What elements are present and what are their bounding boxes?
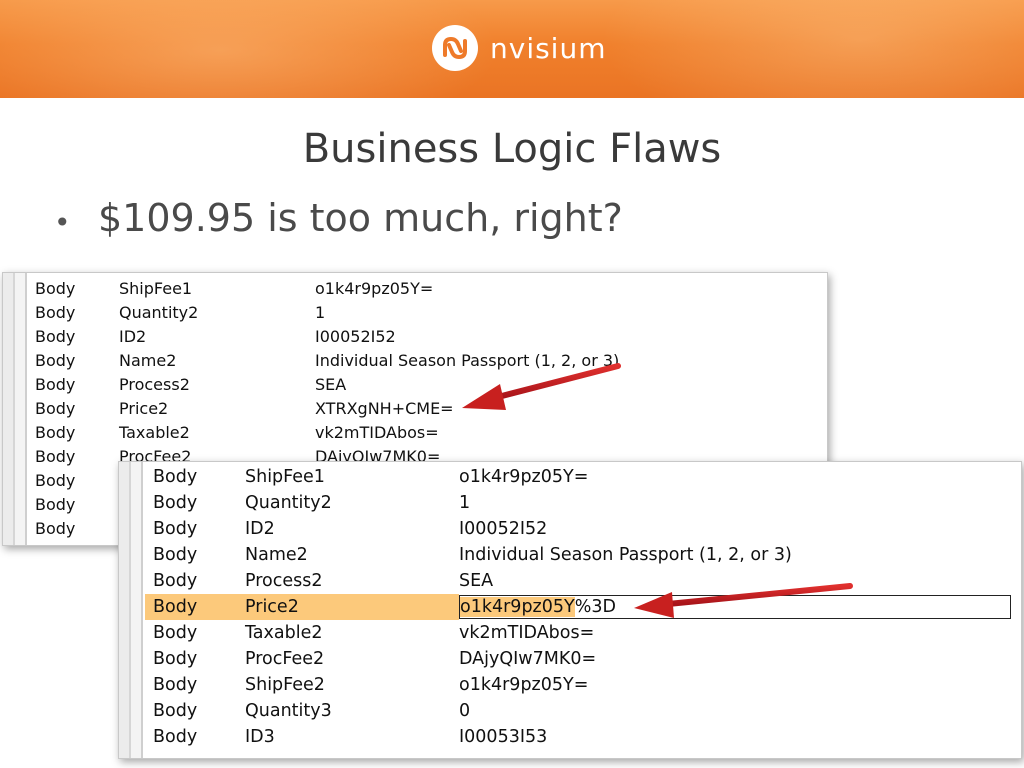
param-type: Body <box>35 326 76 346</box>
param-type: Body <box>35 494 76 514</box>
param-value: 0 <box>459 701 471 721</box>
table-row[interactable]: Body ProcFee2 DAjyQIw7MK0= <box>145 646 1021 672</box>
param-value: o1k4r9pz05Y= <box>459 675 589 695</box>
param-type: Body <box>35 374 76 394</box>
param-type: Body <box>35 398 76 418</box>
bullet-text: $109.95 is too much, right? <box>98 196 623 240</box>
param-value-editor[interactable]: o1k4r9pz05Y %3D <box>459 595 1021 619</box>
param-type: Body <box>153 545 198 565</box>
param-value: 1 <box>315 302 326 322</box>
param-name: ID2 <box>119 326 147 346</box>
param-name: Process2 <box>119 374 190 394</box>
param-name: Quantity2 <box>245 493 332 513</box>
param-value: Individual Season Passport (1, 2, or 3) <box>459 545 792 565</box>
param-name: ID3 <box>245 727 275 747</box>
table-row[interactable]: Body ShipFee1 o1k4r9pz05Y= <box>29 276 827 300</box>
brand-logo: nvisium <box>432 24 606 72</box>
param-type: Body <box>35 422 76 442</box>
param-value: SEA <box>459 571 494 591</box>
param-type: Body <box>35 350 76 370</box>
param-value: XTRXgNH+CME= <box>315 398 454 418</box>
table-row[interactable]: Body Taxable2 vk2mTIDAbos= <box>29 420 827 444</box>
table-row[interactable]: Body Name2 Individual Season Passport (1… <box>145 542 1021 568</box>
param-name: ID2 <box>245 519 275 539</box>
bullet-item: • $109.95 is too much, right? <box>54 196 623 250</box>
param-value: DAjyQIw7MK0= <box>459 649 597 669</box>
table-row[interactable]: Body ID2 I00052I52 <box>29 324 827 348</box>
table-row[interactable]: Body Price2 XTRXgNH+CME= <box>29 396 827 420</box>
param-value: I00052I52 <box>315 326 396 346</box>
param-name: Taxable2 <box>119 422 190 442</box>
params-table-modified: Body ShipFee1 o1k4r9pz05Y= Body Quantity… <box>118 461 1022 759</box>
row-gutter <box>3 273 29 545</box>
param-value: o1k4r9pz05Y= <box>459 467 589 487</box>
param-name: Name2 <box>119 350 177 370</box>
table-row[interactable]: Body Quantity2 1 <box>145 490 1021 516</box>
param-type: Body <box>153 649 198 669</box>
param-name: Quantity3 <box>245 701 332 721</box>
param-name: ShipFee2 <box>245 675 325 695</box>
value-edit-field[interactable]: o1k4r9pz05Y %3D <box>459 595 1011 619</box>
brand-name: nvisium <box>490 31 607 65</box>
param-type: Body <box>35 446 76 466</box>
param-name: Price2 <box>245 594 459 620</box>
param-type: Body <box>153 623 198 643</box>
param-value: I00053I53 <box>459 727 548 747</box>
param-type: Body <box>35 518 76 538</box>
param-type: Body <box>153 701 198 721</box>
param-type: Body <box>153 519 198 539</box>
param-type: Body <box>153 467 198 487</box>
table-row-selected[interactable]: Body Price2 o1k4r9pz05Y %3D <box>145 594 1021 620</box>
param-type: Body <box>153 727 198 747</box>
table-row[interactable]: Body ID3 I00053I53 <box>145 724 1021 750</box>
param-value: o1k4r9pz05Y= <box>315 278 434 298</box>
table-row[interactable]: Body Quantity3 0 <box>145 698 1021 724</box>
header-banner: nvisium <box>0 0 1024 98</box>
table-row[interactable]: Body Process2 SEA <box>29 372 827 396</box>
param-value: I00052I52 <box>459 519 548 539</box>
nvisium-logo-icon <box>432 25 478 71</box>
unselected-text: %3D <box>574 597 616 617</box>
param-name: ShipFee1 <box>245 467 325 487</box>
param-type: Body <box>153 493 198 513</box>
param-type: Body <box>35 278 76 298</box>
param-type: Body <box>145 594 245 620</box>
row-gutter <box>119 462 145 758</box>
param-type: Body <box>35 470 76 490</box>
slide-title: Business Logic Flaws <box>302 126 722 172</box>
table-row[interactable]: Body ShipFee2 o1k4r9pz05Y= <box>145 672 1021 698</box>
param-type: Body <box>153 675 198 695</box>
param-value: 1 <box>459 493 471 513</box>
bullet-dot-icon: • <box>54 206 71 239</box>
table-row[interactable]: Body Name2 Individual Season Passport (1… <box>29 348 827 372</box>
param-value: SEA <box>315 374 347 394</box>
table-row[interactable]: Body Quantity2 1 <box>29 300 827 324</box>
param-name: Taxable2 <box>245 623 323 643</box>
table-row[interactable]: Body Process2 SEA <box>145 568 1021 594</box>
param-name: Price2 <box>119 398 169 418</box>
param-name: Name2 <box>245 545 308 565</box>
param-name: ProcFee2 <box>245 649 325 669</box>
selected-text: o1k4r9pz05Y <box>460 597 575 617</box>
table-row[interactable]: Body ID2 I00052I52 <box>145 516 1021 542</box>
param-value: vk2mTIDAbos= <box>315 422 439 442</box>
table-row[interactable]: Body Taxable2 vk2mTIDAbos= <box>145 620 1021 646</box>
param-name: Quantity2 <box>119 302 199 322</box>
param-type: Body <box>153 571 198 591</box>
param-name: ShipFee1 <box>119 278 193 298</box>
param-value: Individual Season Passport (1, 2, or 3) <box>315 350 620 370</box>
param-type: Body <box>35 302 76 322</box>
table-row[interactable]: Body ShipFee1 o1k4r9pz05Y= <box>145 464 1021 490</box>
param-name: Process2 <box>245 571 323 591</box>
param-value: vk2mTIDAbos= <box>459 623 595 643</box>
